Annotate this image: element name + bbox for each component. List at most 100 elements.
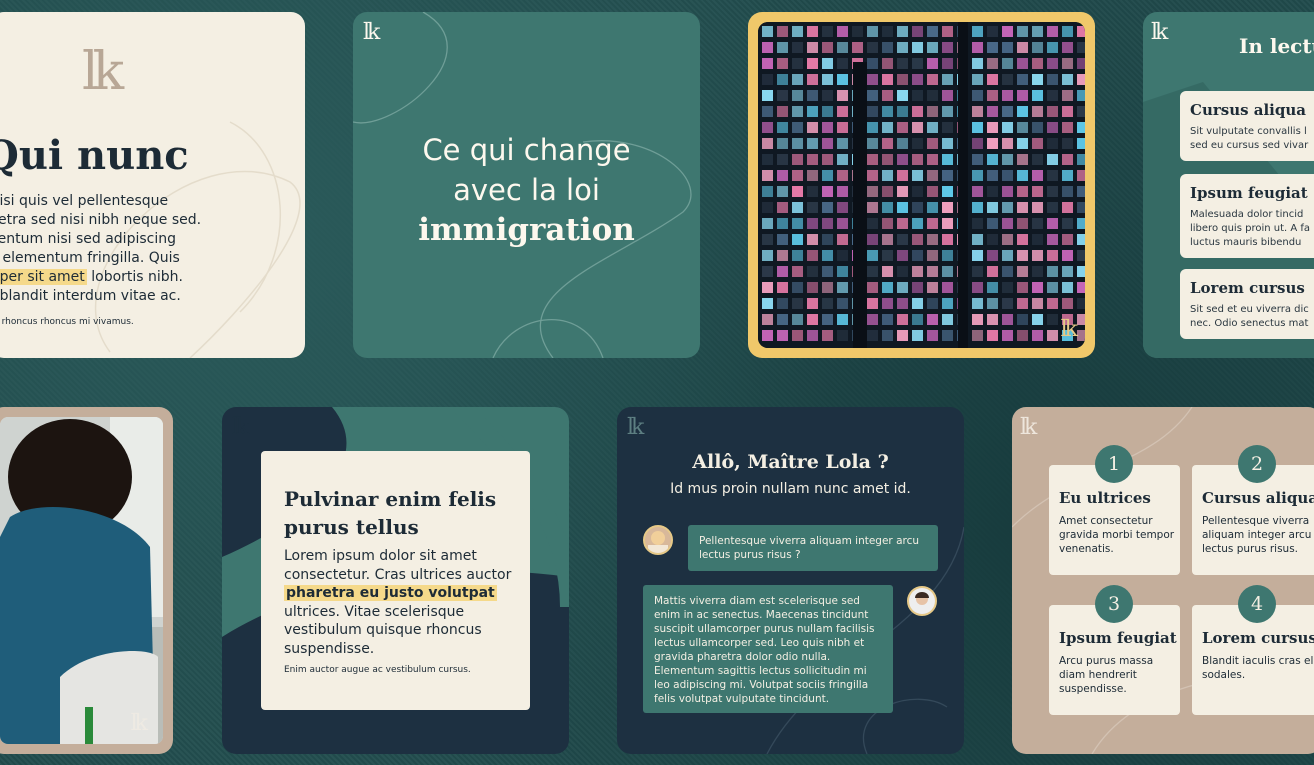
building-window bbox=[927, 90, 938, 101]
building-window bbox=[942, 202, 953, 213]
body-text: lobortis nibh. bbox=[86, 269, 184, 285]
building-window bbox=[987, 106, 998, 117]
building-window bbox=[822, 154, 833, 165]
building-window bbox=[927, 154, 938, 165]
building-window bbox=[837, 202, 848, 213]
building-window bbox=[822, 74, 833, 85]
building-window bbox=[777, 250, 788, 261]
building-window bbox=[987, 266, 998, 277]
building-window bbox=[867, 250, 878, 261]
building-window bbox=[1002, 186, 1013, 197]
building-window bbox=[867, 122, 878, 133]
card-title: Qui nunc bbox=[0, 132, 189, 179]
building-window bbox=[882, 154, 893, 165]
building-window bbox=[927, 106, 938, 117]
content-panel: Pulvinar enim felis purus tellus Lorem i… bbox=[261, 451, 530, 710]
building-window bbox=[912, 298, 923, 309]
building-window bbox=[822, 234, 833, 245]
building-window bbox=[762, 90, 773, 101]
building-window bbox=[882, 314, 893, 325]
building-window bbox=[867, 106, 878, 117]
building-window bbox=[927, 26, 938, 37]
building-window bbox=[1032, 282, 1043, 293]
building-window bbox=[822, 250, 833, 261]
building-window bbox=[837, 266, 848, 277]
post-card-intro: lk Qui nunc cilisi quis vel pellentesque… bbox=[0, 12, 305, 358]
building-window bbox=[972, 298, 983, 309]
client-avatar bbox=[643, 525, 673, 555]
building-window bbox=[867, 314, 878, 325]
building-window bbox=[882, 58, 893, 69]
building-window bbox=[1077, 234, 1085, 245]
building-window bbox=[867, 42, 878, 53]
building-window bbox=[777, 58, 788, 69]
building-photo: lk bbox=[758, 22, 1085, 348]
building-window bbox=[762, 266, 773, 277]
building-window bbox=[1077, 202, 1085, 213]
building-window bbox=[807, 90, 818, 101]
building-window bbox=[1077, 106, 1085, 117]
building-window bbox=[912, 314, 923, 325]
title-line: Ce qui change bbox=[422, 133, 631, 167]
building-window bbox=[1047, 266, 1058, 277]
building-window bbox=[972, 138, 983, 149]
building-window bbox=[1032, 314, 1043, 325]
building-window bbox=[1017, 218, 1028, 229]
body-line: et elementum fringilla. Quis bbox=[0, 250, 180, 266]
building-window bbox=[972, 234, 983, 245]
building-window bbox=[762, 26, 773, 37]
building-window bbox=[1032, 106, 1043, 117]
brand-logo: lk bbox=[627, 415, 644, 440]
building-window bbox=[777, 106, 788, 117]
building-window bbox=[1017, 314, 1028, 325]
building-window bbox=[807, 154, 818, 165]
building-window bbox=[987, 90, 998, 101]
building-window bbox=[1047, 314, 1058, 325]
building-window bbox=[1062, 170, 1073, 181]
building-window bbox=[792, 58, 803, 69]
brand-logo: lk bbox=[363, 20, 380, 45]
building-window bbox=[762, 138, 773, 149]
building-window bbox=[1047, 234, 1058, 245]
building-window bbox=[1002, 58, 1013, 69]
building-window bbox=[867, 74, 878, 85]
step-number: 2 bbox=[1238, 445, 1276, 483]
building-window bbox=[972, 26, 983, 37]
building-window bbox=[897, 106, 908, 117]
building-window bbox=[792, 122, 803, 133]
building-window bbox=[822, 42, 833, 53]
building-window bbox=[1002, 282, 1013, 293]
building-window bbox=[822, 186, 833, 197]
building-window bbox=[1077, 42, 1085, 53]
building-window bbox=[987, 298, 998, 309]
building-window bbox=[927, 298, 938, 309]
building-window bbox=[792, 186, 803, 197]
building-window bbox=[867, 218, 878, 229]
item-title: Lorem cursus bbox=[1190, 279, 1305, 297]
building-window bbox=[987, 122, 998, 133]
building-window bbox=[822, 266, 833, 277]
chat-message-lawyer: Mattis viverra diam est scelerisque sed … bbox=[643, 585, 893, 713]
building-window bbox=[837, 330, 848, 341]
building-window bbox=[942, 266, 953, 277]
building-window bbox=[837, 282, 848, 293]
building-window bbox=[1062, 202, 1073, 213]
building-window bbox=[897, 42, 908, 53]
building-window bbox=[882, 106, 893, 117]
building-window bbox=[897, 298, 908, 309]
body-line: is blandit interdum vitae ac. bbox=[0, 288, 181, 304]
card-title: Allô, Maître Lola ? bbox=[692, 451, 889, 473]
item-title: Ipsum feugiat bbox=[1190, 184, 1308, 202]
building-window bbox=[987, 186, 998, 197]
building-window bbox=[882, 90, 893, 101]
building-window bbox=[927, 138, 938, 149]
building-window bbox=[927, 250, 938, 261]
building-window bbox=[1002, 314, 1013, 325]
building-window bbox=[942, 250, 953, 261]
building-window bbox=[972, 106, 983, 117]
building-window bbox=[912, 202, 923, 213]
building-window bbox=[1017, 234, 1028, 245]
building-window bbox=[777, 314, 788, 325]
building-window bbox=[762, 106, 773, 117]
building-window bbox=[822, 26, 833, 37]
